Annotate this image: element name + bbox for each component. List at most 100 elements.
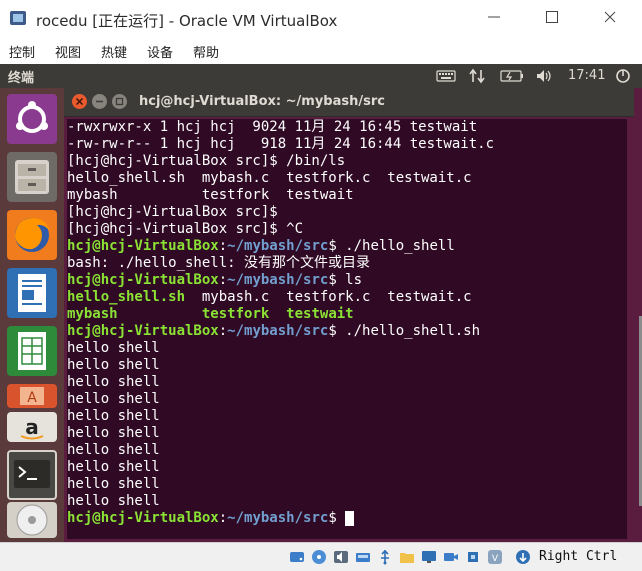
close-icon <box>75 97 84 106</box>
ls-executable: hello_shell.sh <box>67 289 186 305</box>
ls-executable: mybash <box>67 306 118 322</box>
close-button[interactable] <box>592 6 628 32</box>
hello-output-line: hello shell <box>67 340 160 356</box>
hello-output-line: hello shell <box>67 357 160 373</box>
vbox-titlebar: rocedu [正在运行] - Oracle VM VirtualBox <box>0 0 642 38</box>
terminal-icon <box>14 460 50 488</box>
menu-view[interactable]: 视图 <box>55 42 81 61</box>
prompt-command: $ ./hello_shell.sh <box>328 323 481 339</box>
calc-icon <box>18 332 46 370</box>
display-icon[interactable] <box>421 549 437 565</box>
prompt-user: hcj@hcj-VirtualBox <box>67 238 219 254</box>
menu-help[interactable]: 帮助 <box>193 42 219 61</box>
ubuntu-launcher: A a <box>0 88 64 542</box>
firefox-launcher[interactable] <box>7 210 57 260</box>
usb-icon[interactable] <box>377 549 393 565</box>
terminal-line: -rw-rw-r-- 1 hcj hcj 918 11月 24 16:44 te… <box>67 136 495 152</box>
close-icon <box>604 11 616 23</box>
ubuntu-desktop: hcj@hcj-VirtualBox: ~/mybash/src -rwxrwx… <box>64 88 642 542</box>
terminal-prompt-line: hcj@hcj-VirtualBox:~/mybash/src$ <box>67 510 627 527</box>
host-key-label: Right Ctrl <box>539 549 618 564</box>
hello-output-line: hello shell <box>67 493 160 509</box>
vt-x-icon[interactable]: V <box>487 549 503 565</box>
network-adapter-icon[interactable] <box>355 549 371 565</box>
terminal-output[interactable]: -rwxrwxr-x 1 hcj hcj 9024 11月 24 16:45 t… <box>67 119 627 539</box>
host-key-arrow-icon[interactable] <box>515 549 531 565</box>
software-center-launcher[interactable]: A <box>7 384 57 408</box>
hello-output-line: hello shell <box>67 408 160 424</box>
terminal-cursor <box>345 510 355 526</box>
hello-output-line: hello shell <box>67 374 160 390</box>
ls-files: mybash.c testfork.c testwait.c <box>185 289 472 305</box>
cpu-icon[interactable] <box>465 549 481 565</box>
prompt-path: ~/mybash/src <box>227 510 329 526</box>
vbox-statusbar: V Right Ctrl <box>0 542 642 571</box>
menu-hotkey[interactable]: 热键 <box>101 42 127 61</box>
terminal-line: mybash testfork testwait <box>67 187 354 203</box>
software-center-icon: A <box>20 387 44 406</box>
terminal-titlebar[interactable]: hcj@hcj-VirtualBox: ~/mybash/src <box>64 88 634 117</box>
network-icon[interactable] <box>468 68 486 84</box>
files-launcher[interactable] <box>7 152 57 202</box>
terminal-line: -rwxrwxr-x 1 hcj hcj 9024 11月 24 16:45 t… <box>67 119 478 135</box>
dvd-launcher[interactable] <box>7 502 57 538</box>
prompt-path: ~/mybash/src <box>227 272 329 288</box>
writer-icon <box>18 274 46 312</box>
prompt-user: hcj@hcj-VirtualBox <box>67 272 219 288</box>
terminal-close-button[interactable] <box>72 94 87 109</box>
writer-launcher[interactable] <box>7 268 57 318</box>
optical-drive-icon[interactable] <box>311 549 327 565</box>
terminal-line: [hcj@hcj-VirtualBox src]$ ^C <box>67 221 304 237</box>
hello-output-line: hello shell <box>67 459 160 475</box>
ubuntu-dash-button[interactable] <box>7 94 57 144</box>
maximize-button[interactable] <box>534 6 570 32</box>
menu-control[interactable]: 控制 <box>9 42 35 61</box>
files-icon <box>15 160 49 194</box>
dvd-icon <box>16 504 48 536</box>
audio-icon[interactable] <box>333 549 349 565</box>
prompt-path: ~/mybash/src <box>227 323 329 339</box>
terminal-minimize-button[interactable] <box>92 94 107 109</box>
shared-folder-icon[interactable] <box>399 549 415 565</box>
terminal-title: hcj@hcj-VirtualBox: ~/mybash/src <box>139 94 385 109</box>
amazon-icon: a <box>20 415 44 440</box>
window-title: rocedu [正在运行] - Oracle VM VirtualBox <box>36 12 338 30</box>
settings-icon[interactable] <box>614 68 632 84</box>
terminal-launcher[interactable] <box>7 450 57 500</box>
keyboard-icon[interactable] <box>436 68 456 84</box>
terminal-prompt-line: hcj@hcj-VirtualBox:~/mybash/src$ ./hello… <box>67 323 481 339</box>
prompt-user: hcj@hcj-VirtualBox <box>67 510 219 526</box>
hello-output-line: hello shell <box>67 476 160 492</box>
terminal-prompt-line: hcj@hcj-VirtualBox:~/mybash/src$ ls <box>67 272 363 288</box>
volume-icon[interactable] <box>535 68 555 84</box>
hard-disk-icon[interactable] <box>289 549 305 565</box>
ls-executable: testwait <box>286 306 354 322</box>
terminal-line: hello_shell.sh mybash.c testfork.c testw… <box>67 170 472 186</box>
calc-launcher[interactable] <box>7 326 57 376</box>
maximize-icon <box>546 11 558 23</box>
ubuntu-dash-icon <box>16 101 48 133</box>
prompt-user: hcj@hcj-VirtualBox <box>67 323 219 339</box>
terminal-maximize-button[interactable] <box>112 94 127 109</box>
prompt-command: $ ./hello_shell <box>328 238 455 254</box>
hello-output-line: hello shell <box>67 391 160 407</box>
minimize-button[interactable] <box>476 6 512 32</box>
battery-icon[interactable] <box>500 68 524 84</box>
amazon-launcher[interactable]: a <box>7 412 57 442</box>
video-capture-icon[interactable] <box>443 549 459 565</box>
ls-output-line: hello_shell.sh mybash.c testfork.c testw… <box>67 289 627 306</box>
terminal-line: bash: ./hello_shell: 没有那个文件或目录 <box>67 255 371 271</box>
terminal-line: [hcj@hcj-VirtualBox src]$ /bin/ls <box>67 153 346 169</box>
panel-clock[interactable]: 17:41 <box>568 68 605 84</box>
ubuntu-top-panel: 终端 17:41 <box>0 64 642 88</box>
firefox-icon <box>15 218 50 252</box>
svg-text:V: V <box>492 554 499 564</box>
vbox-menubar: 控制 视图 热键 设备 帮助 <box>0 38 642 64</box>
minimize-icon <box>96 100 103 103</box>
menu-devices[interactable]: 设备 <box>147 42 173 61</box>
terminal-line: [hcj@hcj-VirtualBox src]$ <box>67 204 278 220</box>
prompt-command: $ ls <box>328 272 363 288</box>
prompt-command: $ <box>328 510 346 526</box>
minimize-icon <box>488 16 500 18</box>
hello-output-line: hello shell <box>67 425 160 441</box>
